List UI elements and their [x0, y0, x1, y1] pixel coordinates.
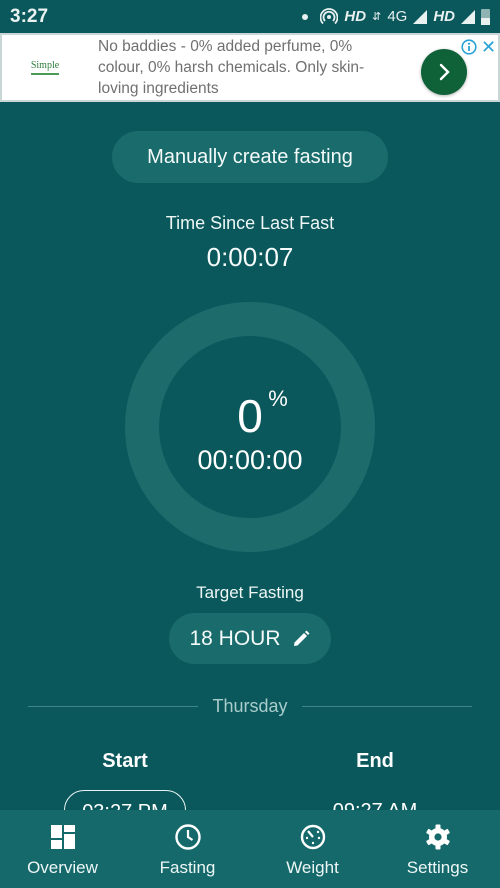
end-label: End: [356, 750, 394, 772]
percent-sign: %: [268, 386, 288, 411]
nav-label: Settings: [406, 858, 469, 877]
ad-banner[interactable]: Simple No baddies - 0% added perfume, 0%…: [0, 33, 500, 102]
divider-line-right: [301, 705, 473, 707]
notification-dot-icon: [302, 13, 309, 20]
scale-icon: [300, 824, 325, 850]
close-icon[interactable]: ✕: [481, 38, 496, 56]
manual-create-fasting-button[interactable]: Manually create fasting: [112, 131, 388, 183]
target-fasting-value: 18 HOUR: [189, 626, 281, 650]
time-since-last-fast-value: 0:00:07: [206, 242, 294, 272]
info-icon[interactable]: [461, 39, 477, 55]
ad-text: No baddies - 0% added perfume, 0% colour…: [98, 38, 365, 97]
clock-icon: [174, 824, 201, 850]
nav-item-overview[interactable]: Overview: [0, 810, 125, 888]
target-fasting-label: Target Fasting: [196, 583, 304, 602]
data-arrows-icon: ⇵: [372, 11, 382, 23]
ad-brand: Simple: [30, 60, 60, 71]
ad-cta-button[interactable]: [421, 49, 467, 95]
status-icons: HD ⇵ 4G HD: [302, 7, 490, 26]
bottom-nav: Overview Fasting Weight Settings: [0, 810, 500, 888]
signal-icon: [413, 9, 428, 24]
ad-logo-underline: [31, 73, 59, 75]
hotspot-icon: [320, 7, 339, 24]
status-bar: 3:27 HD ⇵ 4G HD: [0, 0, 500, 33]
nav-item-weight[interactable]: Weight: [250, 810, 375, 888]
dashboard-icon: [50, 825, 75, 849]
nav-item-settings[interactable]: Settings: [375, 810, 500, 888]
target-fasting-button[interactable]: 18 HOUR: [169, 613, 331, 664]
gear-icon: [425, 824, 450, 850]
pencil-icon: [293, 630, 310, 646]
progress-elapsed-time: 00:00:00: [197, 445, 303, 475]
progress-center: 0% 00:00:00: [125, 302, 375, 552]
nav-label: Fasting: [159, 858, 216, 877]
day-label: Thursday: [212, 695, 288, 716]
signal-icon-2: [461, 9, 475, 24]
time-since-last-fast-label: Time Since Last Fast: [165, 213, 335, 233]
start-label: Start: [102, 750, 148, 772]
hd-label-2: HD: [433, 8, 455, 25]
progress-percent: 0%: [125, 386, 375, 443]
nav-label: Overview: [27, 858, 98, 877]
day-divider: Thursday: [28, 694, 473, 718]
nav-item-fasting[interactable]: Fasting: [125, 810, 250, 888]
network-type: 4G: [387, 8, 408, 25]
status-time: 3:27: [10, 5, 49, 27]
progress-percent-value: 0%: [237, 386, 288, 442]
nav-label: Weight: [286, 858, 339, 877]
divider-line-left: [28, 705, 199, 707]
ad-logo: Simple: [2, 60, 88, 75]
chevron-right-icon: [439, 63, 450, 81]
hd-label: HD: [344, 8, 367, 25]
battery-icon: [481, 8, 490, 25]
